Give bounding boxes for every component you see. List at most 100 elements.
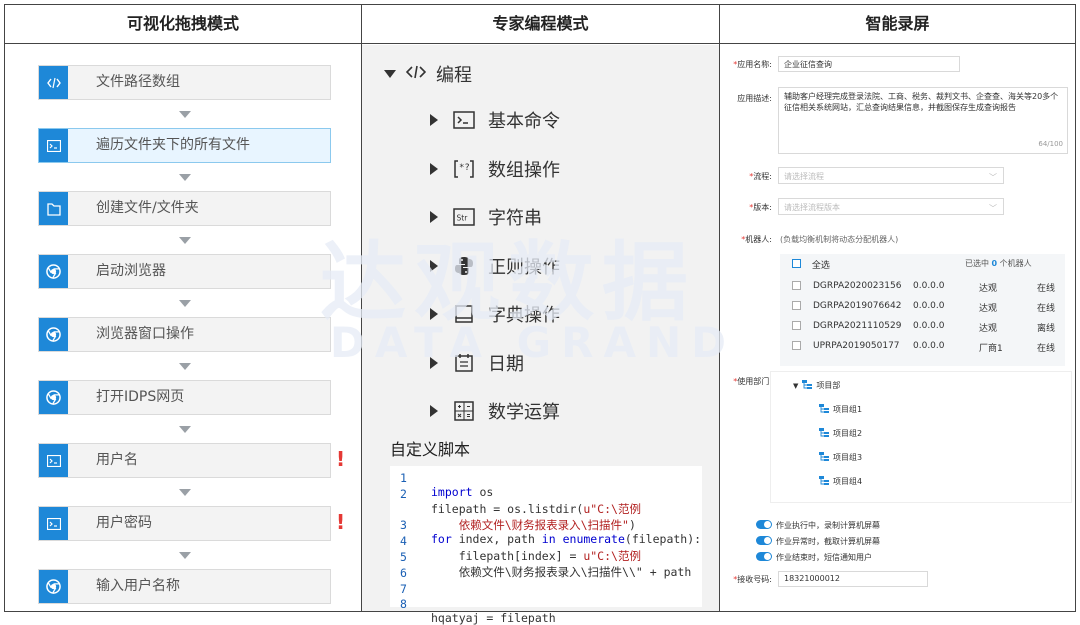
terminal-icon: [452, 109, 476, 131]
flow-label: *流程:: [749, 172, 772, 181]
expand-right-icon[interactable]: [430, 405, 438, 417]
select-all-row[interactable]: 全选: [792, 258, 830, 271]
flow-node[interactable]: 用户名: [38, 443, 331, 478]
robot-ip: 0.0.0.0: [913, 301, 945, 311]
expand-down-icon[interactable]: [384, 70, 396, 78]
robot-checkbox[interactable]: [792, 281, 801, 290]
dept-root[interactable]: ▼ 项目部: [793, 380, 840, 391]
visual-flow-panel: 文件路径数组 遍历文件夹下的所有文件 创建文件/文件夹 启动浏览器 浏览器窗口操…: [5, 45, 361, 611]
chrome-icon: [39, 381, 68, 414]
flow-node[interactable]: 启动浏览器: [38, 254, 331, 289]
string-icon: Str: [452, 206, 476, 228]
dept-tree: ▼ 项目部 项目组1 项目组2 项目组3 项目组4: [770, 371, 1072, 503]
robot-checkbox[interactable]: [792, 341, 801, 350]
robot-checkbox[interactable]: [792, 301, 801, 310]
robot-checkbox[interactable]: [792, 321, 801, 330]
flow-node[interactable]: 打开IDPS网页: [38, 380, 331, 415]
flow-arrow-icon: [179, 363, 191, 370]
tree-item-label: 字典操作: [488, 305, 560, 326]
tree-item-label: 正则操作: [488, 256, 560, 278]
robot-status: 离线: [1037, 324, 1056, 334]
terminal-icon: [39, 507, 68, 540]
flow-node[interactable]: 用户密码: [38, 506, 331, 541]
robot-id: DGRPA2020023156: [813, 281, 902, 291]
tree-item[interactable]: 日期: [430, 350, 524, 376]
flow-select[interactable]: 请选择流程 ﹀: [778, 167, 1004, 184]
char-count: 64/100: [1038, 140, 1063, 148]
robot-table: 全选 已选中 0 个机器人 DGRPA2020023156 0.0.0.0 达观…: [780, 254, 1065, 366]
org-icon: [802, 380, 813, 391]
flow-node-label: 创建文件/文件夹: [96, 200, 199, 216]
robot-row[interactable]: DGRPA2021110529 0.0.0.0 达观 离线: [792, 321, 1057, 334]
tree-item[interactable]: 数学运算: [430, 398, 560, 424]
code-line: 8 hqatyaj = filepath: [390, 597, 556, 625]
robot-owner: 达观: [979, 284, 998, 294]
tree-item[interactable]: 字典操作: [430, 301, 560, 327]
chrome-icon: [39, 318, 68, 351]
dept-child[interactable]: 项目组1: [819, 404, 862, 415]
expand-down-icon[interactable]: ▼: [793, 382, 798, 390]
version-select[interactable]: 请选择流程版本 ﹀: [778, 198, 1004, 215]
dept-root-label: 项目部: [816, 381, 841, 390]
tree-item[interactable]: *? 数组操作: [430, 156, 560, 182]
flow-arrow-icon: [179, 174, 191, 181]
flow-node[interactable]: 输入用户名称: [38, 569, 331, 604]
warning-mark: !: [336, 447, 346, 471]
flow-node-label: 用户名: [96, 452, 138, 468]
warning-mark: !: [336, 510, 346, 534]
tree-item-label: 基本命令: [488, 111, 560, 132]
toggle-switch[interactable]: [756, 552, 772, 561]
app-name-label: *应用名称:: [733, 60, 772, 69]
robot-row[interactable]: UPRPA2019050177 0.0.0.0 厂商1 在线: [792, 341, 1057, 354]
flow-arrow-icon: [179, 300, 191, 307]
tree-item[interactable]: 正则操作: [430, 253, 560, 279]
dept-child[interactable]: 项目组2: [819, 428, 862, 439]
calendar-icon: [452, 352, 476, 374]
robot-row[interactable]: DGRPA2019076642 0.0.0.0 达观 在线: [792, 301, 1057, 314]
expand-right-icon[interactable]: [430, 162, 438, 175]
line-number: 7: [400, 581, 407, 596]
toggle-switch[interactable]: [756, 536, 772, 545]
expand-right-icon[interactable]: [430, 114, 438, 126]
app-desc-textarea[interactable]: 辅助客户经理完成登录法院、工商、税务、裁判文书、企查查、海关等20多个征信相关系…: [778, 87, 1068, 154]
phone-input[interactable]: 18321000012: [778, 571, 928, 587]
robot-status: 在线: [1037, 304, 1056, 314]
robot-hint: (负载均衡机制将动态分配机器人): [780, 235, 899, 244]
robot-ip: 0.0.0.0: [913, 321, 945, 331]
flow-node-label: 浏览器窗口操作: [96, 326, 194, 342]
line-number: 4: [400, 534, 407, 549]
tree-root-programming[interactable]: 编程: [384, 61, 472, 87]
code-icon: [405, 64, 427, 85]
expert-panel: 编程 基本命令 *? 数组操作 Str 字符串 正则操作 字典操作 日期 数学运…: [362, 45, 719, 625]
app-name-input[interactable]: 企业征信查询: [778, 56, 960, 72]
expand-right-icon[interactable]: [430, 211, 438, 223]
dept-child[interactable]: 项目组3: [819, 452, 862, 463]
file-icon: [39, 192, 68, 225]
flow-node[interactable]: 浏览器窗口操作: [38, 317, 331, 352]
header-expert-mode: 专家编程模式: [362, 4, 719, 44]
robot-owner: 达观: [979, 324, 998, 334]
robot-status: 在线: [1037, 344, 1056, 354]
dept-child-label: 项目组1: [833, 405, 863, 414]
tree-item[interactable]: Str 字符串: [430, 204, 542, 230]
expand-right-icon[interactable]: [430, 259, 438, 272]
select-all-checkbox[interactable]: [792, 259, 801, 268]
flow-node[interactable]: 文件路径数组: [38, 65, 331, 100]
python-icon: [452, 255, 476, 277]
robot-row[interactable]: DGRPA2020023156 0.0.0.0 达观 在线: [792, 281, 1057, 294]
tree-item[interactable]: 基本命令: [430, 107, 560, 133]
code-editor[interactable]: 1 import os 2 filepath = os.listdir(u"C:\…: [390, 466, 702, 625]
toggle-label: 作业结束时，短信通知用户: [776, 553, 872, 562]
phone-label: *接收号码:: [733, 575, 772, 584]
org-icon: [819, 404, 829, 415]
expand-right-icon[interactable]: [430, 356, 438, 369]
expand-right-icon[interactable]: [430, 308, 438, 320]
toggle-label: 作业异常时，截取计算机屏幕: [776, 537, 880, 546]
line-number: 8: [400, 597, 407, 612]
robot-id: UPRPA2019050177: [813, 341, 900, 351]
toggle-switch[interactable]: [756, 520, 772, 529]
dept-label: *使用部门:: [733, 377, 772, 386]
dept-child[interactable]: 项目组4: [819, 476, 862, 487]
flow-node[interactable]: 遍历文件夹下的所有文件: [38, 128, 331, 163]
flow-node[interactable]: 创建文件/文件夹: [38, 191, 331, 226]
